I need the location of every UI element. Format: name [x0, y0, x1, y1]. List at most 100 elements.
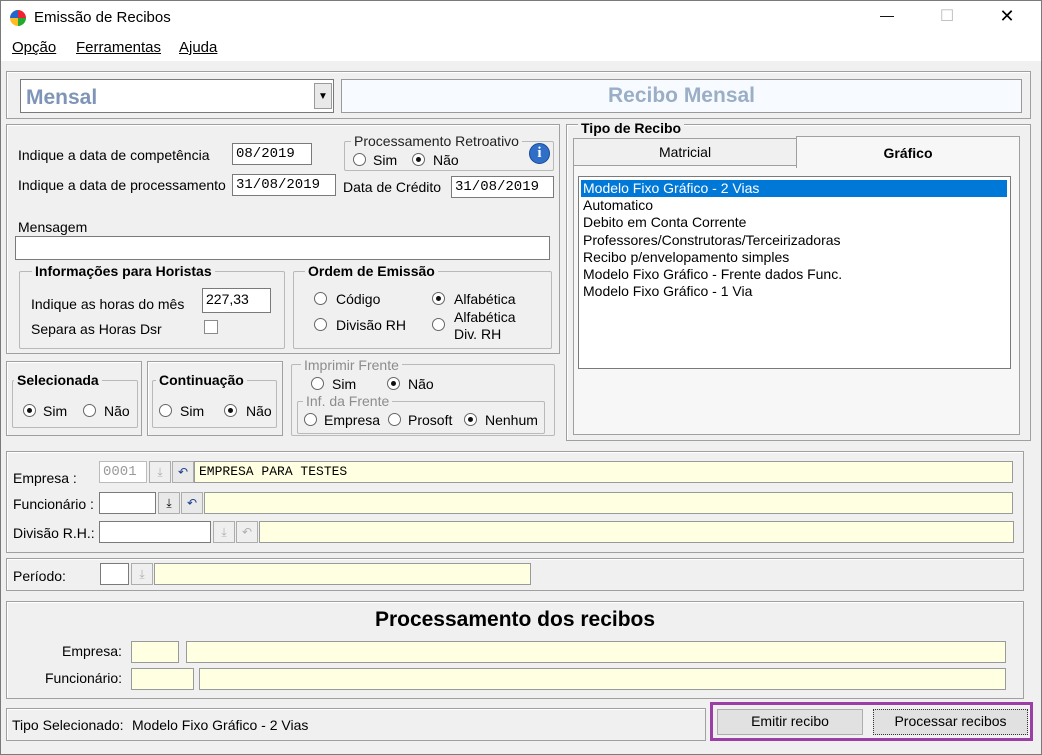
ordem-alfa-div-label-2: Div. RH — [454, 326, 502, 342]
ordem-alfa-div-radio[interactable] — [432, 318, 445, 331]
ordem-divisao-label: Divisão RH — [336, 317, 407, 333]
continuacao-title: Continuação — [156, 372, 247, 388]
list-item[interactable]: Recibo p/envelopamento simples — [581, 249, 1007, 266]
proc-funcionario-code — [131, 668, 194, 690]
tab-grafico[interactable]: Gráfico — [796, 136, 1020, 168]
chevron-down-icon[interactable]: ▼ — [314, 83, 332, 109]
proc-empresa-code — [131, 641, 179, 663]
inf-prosoft-label: Prosoft — [408, 412, 453, 428]
list-item[interactable]: Automatico — [581, 197, 1007, 214]
funcionario-undo-icon[interactable]: ↶ — [181, 492, 203, 514]
inf-nenhum-label: Nenhum — [485, 412, 538, 428]
inf-nenhum-radio[interactable] — [464, 413, 477, 426]
ordem-divisao-radio[interactable] — [314, 318, 327, 331]
empresa-download-icon[interactable]: ⤓ — [149, 461, 171, 483]
divisao-code-input[interactable] — [99, 521, 211, 543]
divisao-label: Divisão R.H.: — [13, 525, 95, 541]
periodo-download-icon[interactable]: ⤓ — [131, 563, 153, 585]
ordem-codigo-radio[interactable] — [314, 292, 327, 305]
retroativo-nao-label: Não — [433, 152, 459, 168]
close-button[interactable]: ✕ — [995, 6, 1019, 27]
recibo-list[interactable]: Modelo Fixo Gráfico - 2 Vias Automatico … — [578, 176, 1011, 369]
funcionario-name-field[interactable] — [204, 492, 1013, 514]
processar-recibos-button[interactable]: Processar recibos — [873, 709, 1028, 735]
ordem-alfabetica-radio[interactable] — [432, 292, 445, 305]
app-icon — [10, 10, 26, 26]
empresa-undo-icon[interactable]: ↶ — [172, 461, 194, 483]
inf-frente-title: Inf. da Frente — [303, 393, 393, 409]
divisao-download-icon[interactable]: ⤓ — [213, 521, 235, 543]
ordem-alfabetica-label: Alfabética — [454, 291, 516, 307]
menu-opcao[interactable]: Opção — [12, 39, 56, 56]
continuacao-nao-radio[interactable] — [224, 404, 237, 417]
credito-label: Data de Crédito — [343, 179, 442, 195]
credito-input[interactable]: 31/08/2019 — [451, 176, 554, 198]
maximize-button[interactable]: ☐ — [935, 6, 959, 26]
inf-prosoft-radio[interactable] — [388, 413, 401, 426]
list-item[interactable]: Modelo Fixo Gráfico - 2 Vias — [581, 180, 1007, 197]
menu-ajuda[interactable]: Ajuda — [179, 39, 217, 56]
title-bar: Emissão de Recibos — ☐ ✕ — [1, 1, 1041, 35]
retroativo-sim-label: Sim — [373, 152, 398, 168]
continuacao-sim-radio[interactable] — [159, 404, 172, 417]
imprimir-frente-title: Imprimir Frente — [301, 357, 402, 373]
list-item[interactable]: Modelo Fixo Gráfico - Frente dados Func. — [581, 266, 1007, 283]
proc-empresa-label: Empresa: — [62, 643, 122, 659]
dsr-checkbox[interactable] — [204, 320, 218, 334]
selecionada-sim-label: Sim — [43, 403, 68, 419]
frente-sim-label: Sim — [332, 376, 357, 392]
tab-matricial[interactable]: Matricial — [573, 138, 797, 165]
mensagem-label: Mensagem — [18, 219, 88, 235]
horistas-title: Informações para Horistas — [32, 263, 215, 279]
continuacao-sim-label: Sim — [180, 403, 205, 419]
banner-text: Recibo Mensal — [607, 84, 756, 107]
empresa-code-input[interactable]: 0001 — [99, 461, 147, 483]
list-item[interactable]: Modelo Fixo Gráfico - 1 Via — [581, 283, 1007, 300]
frente-sim-radio[interactable] — [311, 377, 324, 390]
menu-ferramentas[interactable]: Ferramentas — [76, 39, 161, 56]
competencia-input[interactable]: 08/2019 — [232, 143, 312, 165]
tipo-recibo-title: Tipo de Recibo — [578, 120, 685, 136]
periodo-code-input[interactable] — [100, 563, 129, 585]
tipo-select[interactable]: Mensal ▼ — [20, 79, 334, 113]
empresa-name-field[interactable]: EMPRESA PARA TESTES — [194, 461, 1013, 483]
ordem-title: Ordem de Emissão — [305, 263, 438, 279]
selecionada-sim-radio[interactable] — [23, 404, 36, 417]
info-icon-glyph: i — [537, 145, 542, 161]
empresa-label: Empresa : — [13, 470, 77, 486]
competencia-label: Indique a data de competência — [18, 147, 210, 163]
horas-input[interactable]: 227,33 — [202, 288, 271, 313]
selecionada-nao-radio[interactable] — [83, 404, 96, 417]
horas-label: Indique as horas do mês — [31, 296, 185, 312]
divisao-name-field[interactable] — [259, 521, 1014, 543]
retroativo-nao-radio[interactable] — [412, 153, 425, 166]
selecionada-title: Selecionada — [14, 372, 102, 388]
emitir-recibo-button[interactable]: Emitir recibo — [717, 709, 863, 735]
list-item[interactable]: Professores/Construtoras/Terceirizadoras — [581, 232, 1007, 249]
proc-funcionario-name — [199, 668, 1006, 690]
retroativo-sim-radio[interactable] — [353, 153, 366, 166]
tab-grafico-label: Gráfico — [883, 145, 933, 161]
selecionada-nao-label: Não — [104, 403, 130, 419]
periodo-label: Período: — [13, 568, 66, 584]
retroativo-title: Processamento Retroativo — [351, 133, 522, 149]
frente-nao-radio[interactable] — [387, 377, 400, 390]
inf-empresa-radio[interactable] — [304, 413, 317, 426]
list-item[interactable]: Debito em Conta Corrente — [581, 214, 1007, 231]
proc-empresa-name — [186, 641, 1006, 663]
dsr-label: Separa as Horas Dsr — [31, 321, 162, 337]
funcionario-code-input[interactable] — [99, 492, 156, 514]
funcionario-download-icon[interactable]: ⤓ — [158, 492, 180, 514]
processamento-label: Indique a data de processamento — [18, 177, 226, 193]
periodo-name-field[interactable] — [154, 563, 531, 585]
divisao-undo-icon[interactable]: ↶ — [236, 521, 258, 543]
minimize-button[interactable]: — — [875, 7, 899, 23]
recibo-banner: Recibo Mensal — [341, 79, 1022, 113]
continuacao-nao-label: Não — [246, 403, 272, 419]
frente-nao-label: Não — [408, 376, 434, 392]
tab-matricial-label: Matricial — [658, 144, 712, 160]
info-icon[interactable]: i — [529, 143, 550, 164]
inf-empresa-label: Empresa — [324, 412, 381, 428]
mensagem-input[interactable] — [15, 236, 550, 260]
processamento-input[interactable]: 31/08/2019 — [232, 174, 336, 196]
